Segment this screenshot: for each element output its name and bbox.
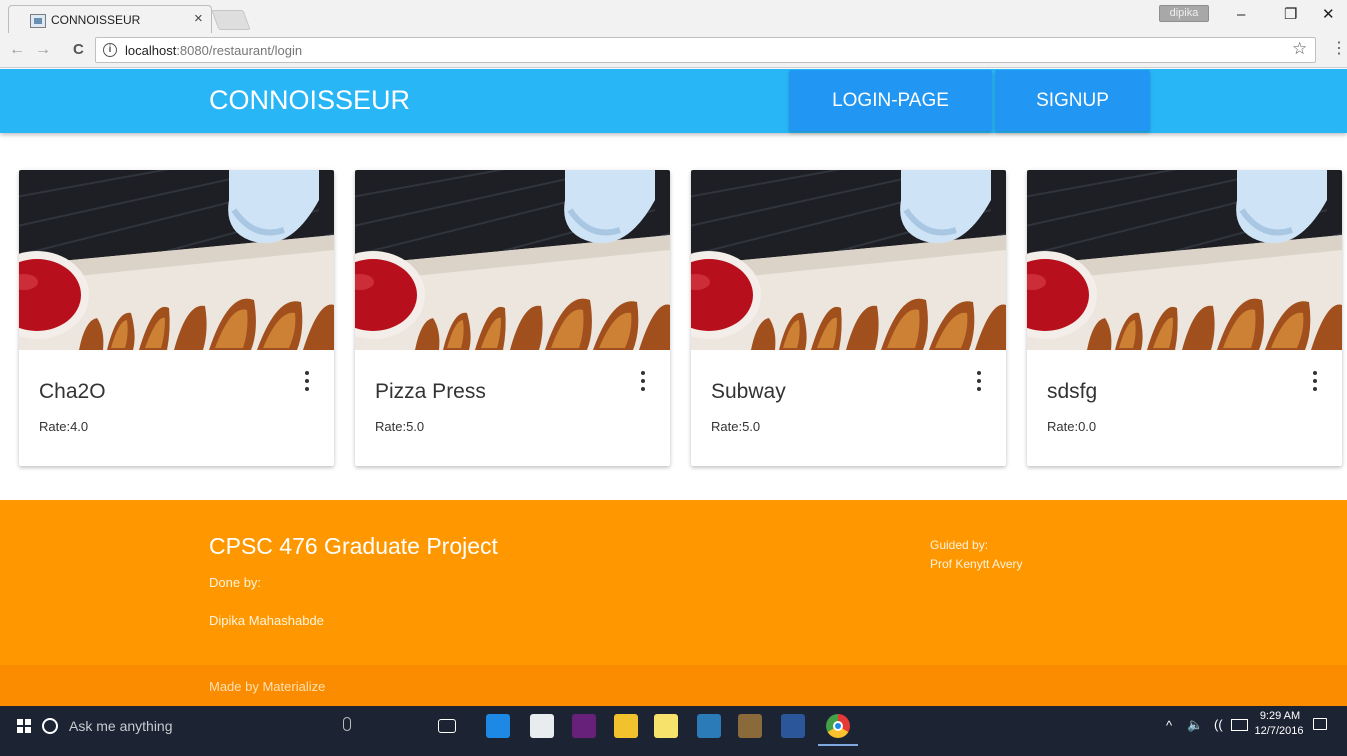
tab-close-icon[interactable]: × [194,11,203,27]
forward-icon[interactable]: → [35,41,51,59]
url-host: localhost [125,43,177,58]
show-hidden-icons-icon[interactable]: ^ [1166,718,1172,733]
chrome-icon[interactable] [818,714,858,746]
login-page-button[interactable]: LOGIN-PAGE [789,70,992,131]
brand-logo[interactable]: CONNOISSEUR [209,85,410,116]
footer-author: Dipika Mahashabde [209,613,324,628]
restaurant-card[interactable]: Pizza Press Rate:5.0 [355,170,670,466]
word-icon[interactable] [781,714,805,738]
wifi-icon[interactable]: (( [1214,717,1223,732]
restaurant-rate: Rate:0.0 [1047,419,1097,434]
file-explorer-icon[interactable] [614,714,638,738]
restaurant-name[interactable]: sdsfg [1047,380,1097,404]
restaurant-rate: Rate:5.0 [711,419,761,434]
footer-copyright-text: Made by Materialize [209,679,326,694]
taskbar-bottom-strip [0,746,1347,756]
cortana-search-placeholder: Ask me anything [69,718,173,734]
restaurant-image[interactable] [691,170,1006,350]
bookmark-star-icon[interactable]: ☆ [1292,39,1307,59]
restaurant-card[interactable]: Subway Rate:5.0 [691,170,1006,466]
minimize-icon[interactable]: – [1237,6,1245,24]
footer-done-by-label: Done by: [209,575,262,590]
window-close-icon[interactable]: ✕ [1322,6,1335,24]
footer-guided-by-label: Guided by: [930,538,989,552]
browser-toolbar: ← → C i localhost:8080/restaurant/login [0,33,1347,68]
app-navbar: CONNOISSEUR LOGIN-PAGE SIGNUP [0,69,1347,133]
footer-guide-name: Prof Kenytt Avery [930,557,1023,571]
profile-badge[interactable]: dipika [1159,5,1209,22]
site-info-icon[interactable]: i [103,43,117,57]
clock-date[interactable]: 12/7/2016 [1253,725,1305,737]
url-path: :8080/restaurant/login [176,43,303,58]
page-footer: CPSC 476 Graduate Project Done by: Dipik… [0,500,1347,665]
microphone-icon[interactable] [343,717,351,731]
visual-studio-icon[interactable] [572,714,596,738]
reload-icon[interactable]: C [73,41,84,59]
keyboard-icon[interactable] [1231,719,1248,731]
restaurant-name[interactable]: Pizza Press [375,380,486,404]
browser-title-bar: CONNOISSEUR × dipika – ❐ ✕ [0,0,1347,33]
task-view-icon[interactable] [438,719,456,733]
new-tab-button[interactable] [211,10,251,30]
browser-tab[interactable]: CONNOISSEUR × [8,5,212,33]
url-text: localhost:8080/restaurant/login [125,43,302,58]
restaurant-image[interactable] [355,170,670,350]
more-vert-icon[interactable] [638,371,648,393]
footer-copyright-bar: Made by Materialize [0,665,1347,706]
clock-time[interactable]: 9:29 AM [1257,710,1303,722]
windows-taskbar: Ask me anything ^ 🔈 (( 9:29 AM 12/7/2016 [0,706,1347,746]
sticky-notes-icon[interactable] [654,714,678,738]
restaurant-name[interactable]: Cha2O [39,380,106,404]
store-icon[interactable] [530,714,554,738]
windows-logo-icon [17,719,31,733]
restaurant-name[interactable]: Subway [711,380,786,404]
restaurant-rate: Rate:5.0 [375,419,425,434]
restaurant-rate: Rate:4.0 [39,419,89,434]
tab-favicon-icon [30,14,46,28]
restaurant-card[interactable]: Cha2O Rate:4.0 [19,170,334,466]
action-center-icon[interactable] [1313,718,1327,730]
app-icon[interactable] [697,714,721,738]
footer-title: CPSC 476 Graduate Project [209,533,498,559]
browser-menu-icon[interactable]: ⋮ [1331,38,1347,58]
cortana-search-box[interactable]: Ask me anything [31,706,371,746]
restore-icon[interactable]: ❐ [1284,6,1297,24]
more-vert-icon[interactable] [974,371,984,393]
restaurant-card[interactable]: sdsfg Rate:0.0 [1027,170,1342,466]
restaurant-image[interactable] [1027,170,1342,350]
signup-button[interactable]: SIGNUP [995,70,1150,131]
restaurant-image[interactable] [19,170,334,350]
edge-icon[interactable] [486,714,510,738]
more-vert-icon[interactable] [1310,371,1320,393]
more-vert-icon[interactable] [302,371,312,393]
tab-title: CONNOISSEUR [51,13,141,27]
volume-icon[interactable]: 🔈 [1187,717,1203,733]
address-bar[interactable]: i localhost:8080/restaurant/login [95,37,1316,63]
game-icon[interactable] [738,714,762,738]
back-icon[interactable]: ← [9,41,25,59]
cortana-icon [42,718,58,734]
